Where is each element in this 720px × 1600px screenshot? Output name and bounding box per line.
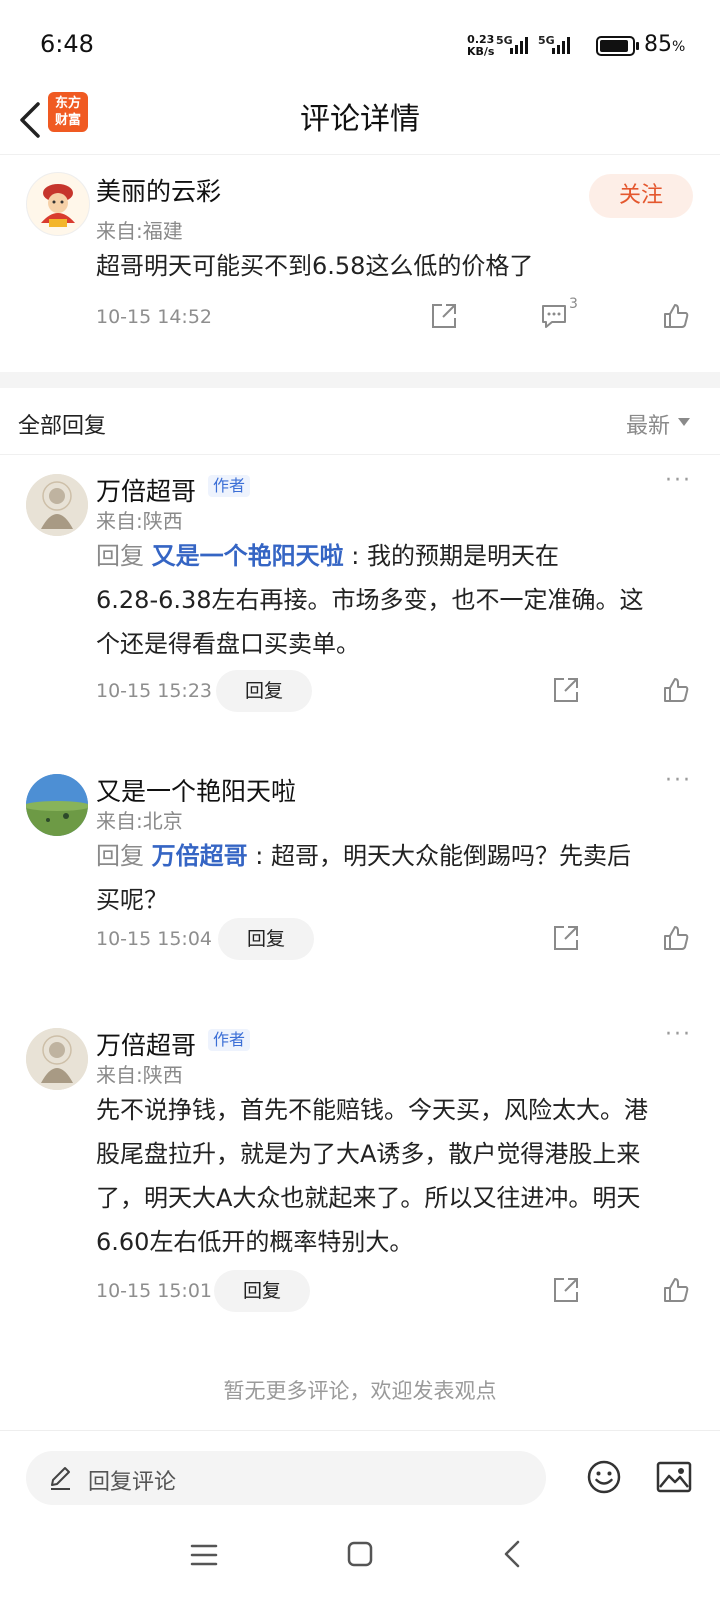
comment-button[interactable] xyxy=(540,302,568,334)
avatar[interactable] xyxy=(26,1028,88,1090)
reply-author-name[interactable]: 万倍超哥 xyxy=(96,1026,196,1062)
battery-level: 85% xyxy=(644,32,686,57)
hamburger-icon xyxy=(190,1544,218,1566)
status-bar: 6:48 0.23 KB/s 5G 5G 85% xyxy=(40,30,686,60)
follow-button[interactable]: 关注 xyxy=(589,174,693,218)
avatar[interactable] xyxy=(26,474,88,536)
buddha-avatar-icon xyxy=(26,1028,88,1090)
pencil-icon xyxy=(51,1467,70,1490)
share-icon xyxy=(554,926,578,950)
replies-header: 全部回复 最新 xyxy=(0,388,720,455)
reply-author-name[interactable]: 又是一个艳阳天啦 xyxy=(96,772,296,808)
share-icon xyxy=(554,678,578,702)
image-button[interactable] xyxy=(656,1461,692,1497)
reply-timestamp: 10-15 15:23 xyxy=(96,680,213,702)
system-nav-bar xyxy=(0,1520,720,1600)
reply-text-line: 股尾盘拉升，就是为了大A诱多，散户觉得港股上来 xyxy=(96,1140,641,1168)
reply-item: 万倍超哥 作者 ··· 来自:陕西 先不说挣钱，首先不能赔钱。今天买，风险太大。… xyxy=(0,1014,720,1334)
comment-bubble-icon xyxy=(542,305,566,328)
like-button[interactable] xyxy=(662,1276,690,1308)
thumbs-up-icon xyxy=(664,304,689,328)
square-home-icon xyxy=(347,1541,373,1567)
reply-button[interactable]: 回复 xyxy=(214,1270,310,1312)
reply-text-line: 买呢？ xyxy=(96,886,168,914)
reply-item: 万倍超哥 作者 ··· 来自:陕西 回复 又是一个艳阳天啦 : 我的预期是明天在… xyxy=(0,460,720,720)
comment-timestamp: 10-15 14:52 xyxy=(96,306,213,328)
reply-text-line: 6.28-6.38左右再接。市场多变，也不一定准确。这 xyxy=(96,586,644,614)
share-button[interactable] xyxy=(552,924,580,956)
home-nav-button[interactable] xyxy=(346,1540,374,1572)
network-speed: 0.23 KB/s xyxy=(467,33,495,58)
mention-link[interactable]: 又是一个艳阳天啦 xyxy=(152,542,344,570)
screen: 6:48 0.23 KB/s 5G 5G 85% 东方 财富 评论详情 美丽的云… xyxy=(0,0,720,1600)
commenter-name[interactable]: 美丽的云彩 xyxy=(96,172,221,208)
menu-nav-button[interactable] xyxy=(190,1542,218,1572)
author-badge: 作者 xyxy=(208,475,251,497)
all-replies-label: 全部回复 xyxy=(18,414,107,439)
reply-item: 又是一个艳阳天啦 ··· 来自:北京 回复 万倍超哥 : 超哥，明天大众能倒踢吗… xyxy=(0,760,720,980)
buddha-avatar-icon xyxy=(26,474,88,536)
commenter-region: 来自:福建 xyxy=(96,219,183,243)
share-button[interactable] xyxy=(552,676,580,708)
reply-timestamp: 10-15 15:04 xyxy=(96,928,213,950)
main-comment: 美丽的云彩 来自:福建 关注 超哥明天可能买不到6.58这么低的价格了 10-1… xyxy=(0,156,720,370)
reply-text-line: 个还是得看盘口买卖单。 xyxy=(96,630,360,658)
section-divider xyxy=(0,372,720,388)
avatar[interactable] xyxy=(26,774,88,836)
reply-region: 来自:陕西 xyxy=(96,1063,183,1087)
reply-text-line: 回复 又是一个艳阳天啦 : 我的预期是明天在 xyxy=(96,542,559,570)
reply-text-line: 先不说挣钱，首先不能赔钱。今天买，风险太大。港 xyxy=(96,1096,648,1124)
more-options-icon[interactable]: ··· xyxy=(665,1022,692,1047)
reply-text-line: 了，明天大A大众也就起来了。所以又往进冲。明天 xyxy=(96,1184,641,1212)
more-options-icon[interactable]: ··· xyxy=(665,468,692,493)
mention-link[interactable]: 万倍超哥 xyxy=(152,842,248,870)
avatar[interactable] xyxy=(26,172,90,236)
top-nav: 东方 财富 评论详情 xyxy=(0,92,720,155)
back-nav-button[interactable] xyxy=(500,1538,524,1574)
reply-button[interactable]: 回复 xyxy=(216,670,312,712)
god-of-wealth-avatar-icon xyxy=(27,173,89,235)
chevron-left-icon xyxy=(504,1540,520,1568)
share-icon xyxy=(432,304,456,328)
caret-down-icon[interactable] xyxy=(678,418,690,426)
reply-text-line: 6.60左右低开的概率特别大。 xyxy=(96,1228,414,1256)
thumbs-up-icon xyxy=(664,926,689,950)
thumbs-up-icon xyxy=(664,678,689,702)
share-button[interactable] xyxy=(430,302,458,334)
like-button[interactable] xyxy=(662,302,690,334)
landscape-avatar-icon xyxy=(26,774,88,836)
emoji-icon xyxy=(587,1460,621,1494)
reply-comment-input[interactable]: 回复评论 xyxy=(26,1451,546,1505)
reply-button[interactable]: 回复 xyxy=(218,918,314,960)
like-button[interactable] xyxy=(662,924,690,956)
emoji-button[interactable] xyxy=(586,1459,622,1499)
comment-input-bar: 回复评论 xyxy=(0,1430,720,1521)
author-badge: 作者 xyxy=(208,1029,251,1051)
page-title: 评论详情 xyxy=(300,102,420,137)
sort-dropdown[interactable]: 最新 xyxy=(626,408,670,440)
image-icon xyxy=(656,1461,692,1493)
status-time: 6:48 xyxy=(40,30,94,58)
battery-icon xyxy=(596,36,640,60)
no-more-comments: 暂无更多评论，欢迎发表观点 xyxy=(223,1379,497,1403)
reply-timestamp: 10-15 15:01 xyxy=(96,1280,213,1302)
like-button[interactable] xyxy=(662,676,690,708)
comment-count: 3 xyxy=(569,296,578,312)
share-icon xyxy=(554,1278,578,1302)
reply-author-name[interactable]: 万倍超哥 xyxy=(96,472,196,508)
reply-text-line: 回复 万倍超哥 : 超哥，明天大众能倒踢吗？先卖后 xyxy=(96,842,631,870)
thumbs-up-icon xyxy=(664,1278,689,1302)
reply-region: 来自:陕西 xyxy=(96,509,183,533)
reply-region: 来自:北京 xyxy=(96,809,183,833)
comment-text: 超哥明天可能买不到6.58这么低的价格了 xyxy=(96,252,534,280)
more-options-icon[interactable]: ··· xyxy=(665,768,692,793)
share-button[interactable] xyxy=(552,1276,580,1308)
